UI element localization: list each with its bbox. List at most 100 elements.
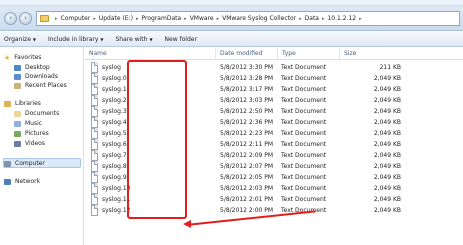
file-type: Text Document [281,130,327,137]
nav-desktop[interactable]: Desktop [14,64,50,71]
nav-label: Computer [15,160,45,167]
breadcrumb[interactable]: ▸ Computer ▸ Update (E:) ▸ ProgramData ▸… [36,11,460,26]
file-name: syslog.3 [102,108,127,115]
breadcrumb-item[interactable]: VMware Syslog Collector [222,15,296,22]
forward-button[interactable]: › [19,12,32,25]
nav-label: Music [25,120,43,127]
file-type: Text Document [281,64,327,71]
file-date: 5/8/2012 2:23 PM [220,130,274,137]
nav-label: Favorites [14,54,42,61]
file-date: 5/8/2012 2:07 PM [220,163,274,170]
file-name: syslog.2 [102,97,127,104]
file-type: Text Document [281,86,327,93]
nav-pictures[interactable]: Pictures [14,130,49,137]
nav-computer[interactable]: Computer [4,160,45,167]
breadcrumb-item[interactable]: Computer [61,15,91,22]
nav-videos[interactable]: Videos [14,140,45,147]
breadcrumb-item[interactable]: 10.1.2.12 [327,15,356,22]
caret-down-icon: ▼ [100,36,104,42]
file-size: 2,049 KB [373,163,401,170]
nav-recent-places[interactable]: Recent Places [14,82,67,89]
file-name: syslog.0 [102,75,127,82]
breadcrumb-item[interactable]: ProgramData [142,15,182,22]
include-in-library-label: Include in library [47,35,99,43]
column-header-size[interactable]: Size [339,48,401,60]
file-size: 2,049 KB [373,152,401,159]
nav-network[interactable]: Network [4,178,40,185]
file-name: syslog.6 [102,141,127,148]
file-date: 5/8/2012 2:01 PM [220,196,274,203]
file-size: 2,049 KB [373,86,401,93]
file-size: 2,049 KB [373,75,401,82]
command-bar: Organize ▼ Include in library ▼ Share with… [0,32,463,47]
text-document-icon [91,194,98,205]
chevron-right-icon: ▸ [184,15,187,22]
file-size: 2,049 KB [373,119,401,126]
nav-downloads[interactable]: Downloads [14,73,58,80]
text-document-icon [91,161,98,172]
file-date: 5/8/2012 2:00 PM [220,207,274,214]
new-folder-button[interactable]: New folder [165,36,197,43]
text-document-icon [91,128,98,139]
file-date: 5/8/2012 2:11 PM [220,141,274,148]
nav-documents[interactable]: Documents [14,110,59,117]
file-date: 5/8/2012 2:05 PM [220,174,274,181]
nav-libraries[interactable]: Libraries [4,100,41,107]
file-size: 2,049 KB [373,130,401,137]
back-button[interactable]: ‹ [4,12,17,25]
file-name: syslog.9 [102,174,127,181]
nav-label: Documents [25,110,60,117]
address-bar: ‹ › ▸ Computer ▸ Update (E:) ▸ ProgramDa… [0,6,463,31]
breadcrumb-item[interactable]: Data [305,15,319,22]
file-size: 211 KB [379,64,401,71]
new-folder-label: New folder [164,35,197,43]
chevron-right-icon: ▸ [216,15,220,22]
computer-icon [4,160,11,167]
file-type: Text Document [281,174,327,181]
file-size: 2,049 KB [373,207,401,214]
text-document-icon [91,95,98,106]
file-date: 5/8/2012 3:17 PM [220,86,274,93]
nav-favorites[interactable]: ★ Favorites [4,54,41,61]
file-type: Text Document [281,141,327,148]
organize-button[interactable]: Organize ▼ [4,36,36,43]
nav-label: Recent Places [25,82,67,89]
file-size: 2,049 KB [373,185,401,192]
column-header-name[interactable]: Name [85,48,215,60]
text-document-icon [91,117,98,128]
nav-label: Downloads [25,73,58,80]
nav-music[interactable]: Music [14,120,42,127]
file-type: Text Document [281,97,327,104]
file-name: syslog.4 [102,119,127,126]
share-with-button[interactable]: Share with ▼ [115,36,152,43]
text-document-icon [91,183,98,194]
file-type: Text Document [281,163,327,170]
column-header-type[interactable]: Type [277,48,339,60]
chevron-right-icon: ▸ [136,15,139,22]
file-size: 2,049 KB [373,141,401,148]
network-icon [4,178,11,185]
include-in-library-button[interactable]: Include in library ▼ [48,36,104,43]
file-size: 2,049 KB [373,196,401,203]
downloads-icon [14,73,21,80]
column-header-date-modified[interactable]: Date modified [215,48,277,60]
text-document-icon [91,106,98,117]
file-date: 5/8/2012 2:36 PM [220,119,274,126]
file-type: Text Document [281,108,327,115]
file-date: 5/8/2012 3:03 PM [220,97,274,104]
file-type: Text Document [281,119,327,126]
breadcrumb-item[interactable]: Update (E:) [99,15,133,22]
chevron-right-icon: ▸ [299,15,302,22]
annotation-arrow-head-icon [183,220,191,228]
text-document-icon [91,84,98,95]
chevron-right-icon: ▸ [93,15,96,22]
navigation-pane: ★ Favorites Desktop Downloads Recent Pla… [0,48,84,245]
folder-icon [40,15,49,22]
chevron-right-icon: ▸ [359,15,362,22]
music-icon [14,120,21,127]
file-name: syslog.7 [102,152,127,159]
breadcrumb-item[interactable]: VMware [190,15,214,22]
documents-icon [14,110,21,117]
text-document-icon [91,172,98,183]
libraries-icon [4,100,11,107]
